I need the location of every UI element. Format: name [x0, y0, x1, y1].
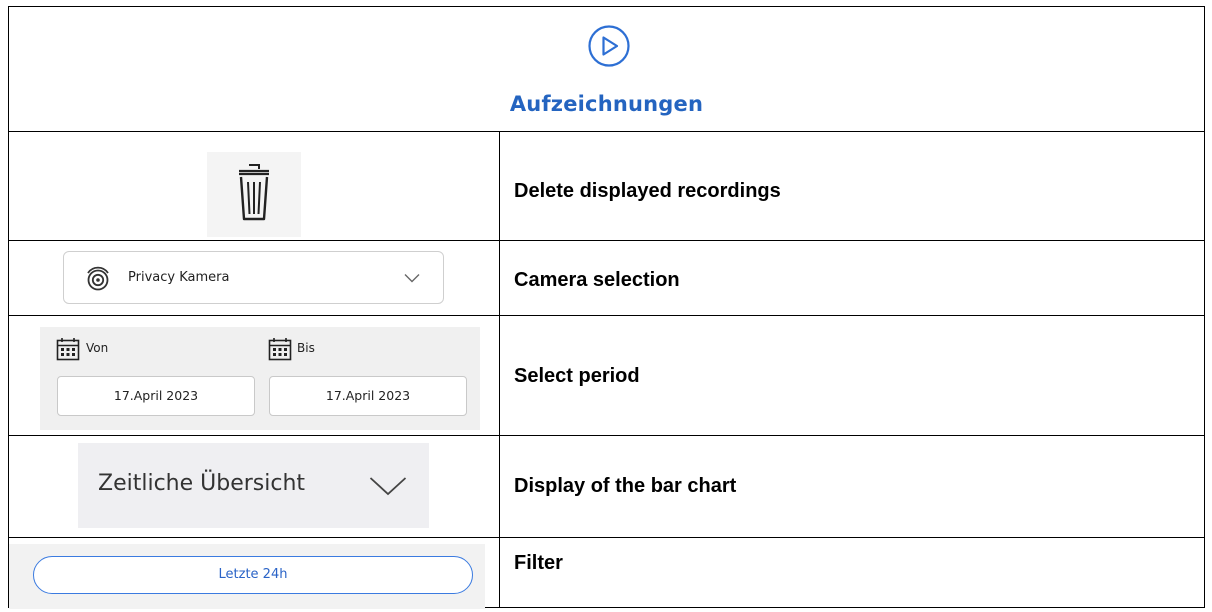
chevron-down-icon: [369, 477, 407, 496]
trash-icon: [239, 164, 269, 221]
calendar-icon: [268, 338, 292, 361]
from-label: Von: [86, 341, 109, 355]
play-circle-icon[interactable]: [587, 24, 631, 68]
divider: [9, 435, 1204, 436]
header-row: Aufzeichnungen: [9, 7, 1204, 131]
period-selector: Von Bis 17.April 2023 17.April 2023: [40, 327, 480, 430]
filter-description: Filter: [514, 552, 563, 574]
camera-icon: [87, 266, 109, 291]
camera-select[interactable]: Privacy Kamera: [63, 251, 444, 304]
delete-description: Delete displayed recordings: [514, 180, 781, 202]
to-label: Bis: [297, 341, 315, 355]
overview-description: Display of the bar chart: [514, 475, 737, 497]
filter-button[interactable]: Letzte 24h: [33, 556, 473, 594]
chevron-down-icon: [404, 274, 420, 283]
divider: [9, 131, 1204, 132]
calendar-icon: [56, 338, 80, 361]
divider: [9, 537, 1204, 538]
timeline-overview-toggle[interactable]: Zeitliche Übersicht: [78, 443, 429, 528]
divider: [9, 315, 1204, 316]
feature-table: Aufzeichnungen Delete displayed recordin…: [8, 6, 1205, 609]
camera-description: Camera selection: [514, 269, 680, 291]
delete-recordings-button[interactable]: [207, 152, 301, 237]
column-divider: [499, 131, 500, 607]
divider: [9, 240, 1204, 241]
filter-area: Letzte 24h: [9, 544, 485, 609]
camera-select-value: Privacy Kamera: [128, 270, 230, 285]
overview-label: Zeitliche Übersicht: [98, 471, 306, 496]
period-description: Select period: [514, 365, 640, 387]
page-title: Aufzeichnungen: [509, 92, 704, 116]
to-date-field[interactable]: 17.April 2023: [269, 376, 467, 416]
from-date-field[interactable]: 17.April 2023: [57, 376, 255, 416]
